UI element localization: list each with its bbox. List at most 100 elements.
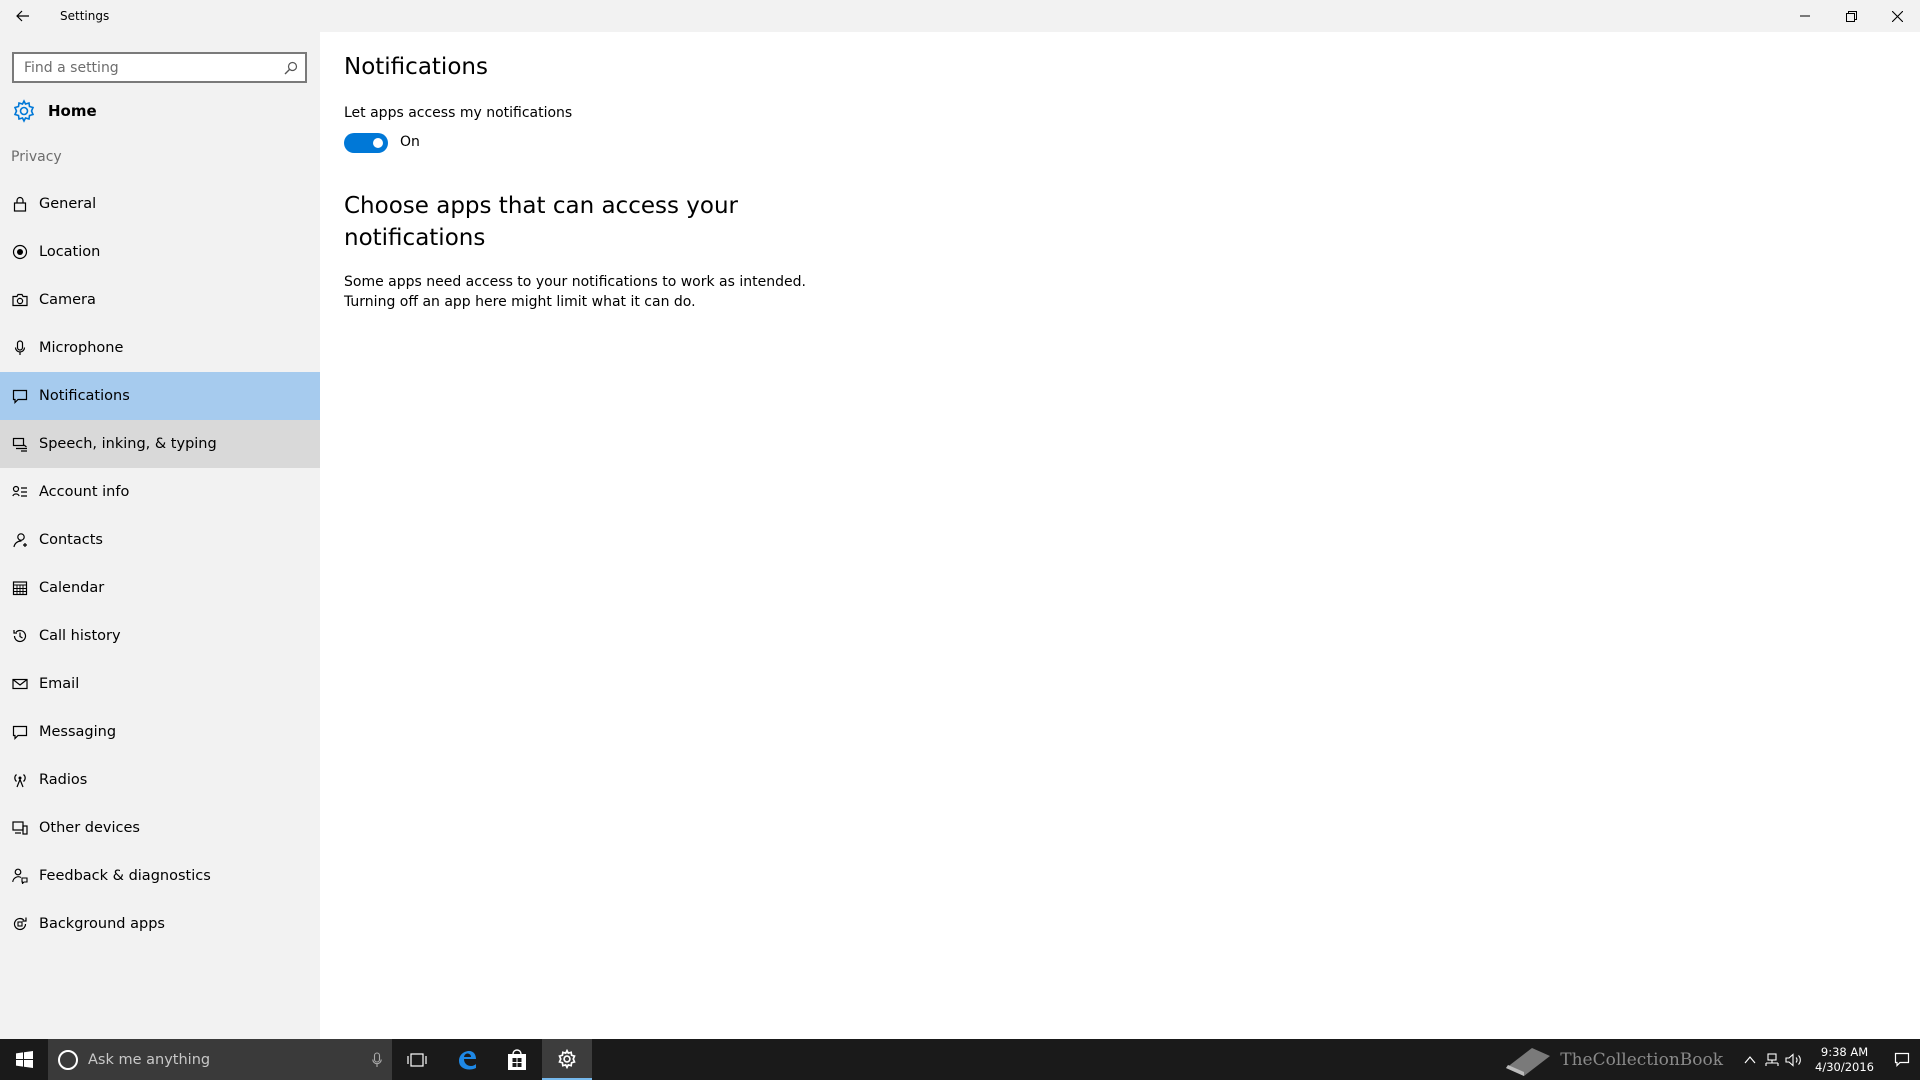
description-line-2: Turning off an app here might limit what… [344, 294, 696, 310]
camera-icon [12, 292, 28, 308]
search-icon[interactable] [277, 61, 305, 75]
clock-date: 4/30/2016 [1815, 1059, 1874, 1074]
sidebar-item-label: Contacts [39, 532, 103, 548]
section-description: Some apps need access to your notificati… [344, 272, 864, 312]
cortana-search-input[interactable]: Ask me anything [88, 1052, 362, 1068]
background-apps-icon [12, 916, 28, 932]
sidebar-item-radios[interactable]: Radios [0, 756, 320, 804]
sidebar-item-location[interactable]: Location [0, 228, 320, 276]
store-button[interactable] [492, 1039, 542, 1080]
sidebar-item-label: Email [39, 676, 80, 692]
email-icon [12, 676, 28, 692]
toggle-knob [373, 138, 383, 148]
page-title: Notifications [344, 54, 488, 80]
messaging-icon [12, 724, 28, 740]
close-icon [1891, 10, 1903, 22]
toggle-state-label: On [400, 134, 420, 150]
sidebar-item-camera[interactable]: Camera [0, 276, 320, 324]
minimize-icon [1800, 15, 1810, 17]
cortana-icon [58, 1049, 78, 1070]
location-icon [12, 244, 28, 260]
notifications-access-toggle[interactable] [344, 133, 388, 153]
task-view-button[interactable] [392, 1039, 442, 1080]
speech-icon [12, 436, 28, 452]
home-label: Home [48, 102, 97, 120]
sidebar-item-other-devices[interactable]: Other devices [0, 804, 320, 852]
watermark-text: TheCollectionBook [1560, 1049, 1724, 1070]
window-controls [1782, 0, 1920, 32]
notification-icon [12, 388, 28, 404]
sidebar-item-messaging[interactable]: Messaging [0, 708, 320, 756]
clock[interactable]: 9:38 AM 4/30/2016 [1815, 1045, 1874, 1075]
watermark-book-icon [1506, 1047, 1551, 1076]
network-icon[interactable] [1761, 1052, 1783, 1067]
sidebar-item-general[interactable]: General [0, 180, 320, 228]
lock-icon [12, 196, 28, 212]
sidebar-item-label: Notifications [39, 388, 130, 404]
title-bar: Settings [0, 0, 1920, 32]
sidebar-item-label: Calendar [39, 580, 105, 596]
notifications-access-label: Let apps access my notifications [344, 105, 573, 121]
gear-icon [558, 1048, 576, 1069]
volume-icon[interactable] [1783, 1052, 1805, 1067]
start-button[interactable] [0, 1039, 48, 1080]
task-view-icon [407, 1052, 427, 1067]
section-title: Choose apps that can access your notific… [344, 193, 738, 251]
restore-icon [1845, 10, 1857, 22]
minimize-button[interactable] [1782, 0, 1828, 32]
sidebar-item-label: Other devices [39, 820, 140, 836]
sidebar-item-label: Background apps [39, 916, 165, 932]
action-center-button[interactable] [1884, 1039, 1920, 1080]
edge-browser-button[interactable] [442, 1039, 492, 1080]
section-heading-privacy: Privacy [11, 149, 62, 165]
contacts-icon [12, 532, 28, 548]
home-link[interactable]: Home [12, 96, 97, 126]
restore-button[interactable] [1828, 0, 1874, 32]
sidebar-item-feedback-diagnostics[interactable]: Feedback & diagnostics [0, 852, 320, 900]
close-button[interactable] [1874, 0, 1920, 32]
radios-icon [12, 772, 28, 788]
history-icon [12, 628, 28, 644]
sidebar-item-account-info[interactable]: Account info [0, 468, 320, 516]
find-setting-search-box[interactable]: Find a setting [12, 52, 307, 83]
system-tray: TheCollectionBook 9:38 AM 4/30/2016 [1502, 1039, 1920, 1080]
taskbar: Ask me anything TheCollectionBook 9:38 A… [0, 1039, 1920, 1080]
devices-icon [12, 820, 28, 836]
back-arrow-icon [16, 10, 29, 22]
sidebar-item-label: General [39, 196, 97, 212]
sidebar-item-background-apps[interactable]: Background apps [0, 900, 320, 948]
privacy-nav-list: General Location Camera Microphone Notif… [0, 180, 320, 948]
sidebar-item-label: Radios [39, 772, 88, 788]
cortana-search-box[interactable]: Ask me anything [48, 1039, 392, 1080]
feedback-icon [12, 868, 28, 884]
sidebar-item-label: Location [39, 244, 101, 260]
sidebar-item-label: Feedback & diagnostics [39, 868, 211, 884]
sidebar-item-label: Account info [39, 484, 130, 500]
microphone-icon[interactable] [362, 1051, 392, 1068]
sidebar-item-label: Microphone [39, 340, 124, 356]
action-center-icon [1894, 1052, 1910, 1067]
store-icon [508, 1048, 526, 1070]
sidebar-item-label: Messaging [39, 724, 117, 740]
back-button[interactable] [0, 0, 46, 32]
windows-logo-icon [15, 1051, 33, 1068]
sidebar-item-calendar[interactable]: Calendar [0, 564, 320, 612]
sidebar-item-label: Camera [39, 292, 96, 308]
settings-taskbar-button[interactable] [542, 1039, 592, 1080]
microphone-icon [12, 340, 28, 356]
sidebar-item-contacts[interactable]: Contacts [0, 516, 320, 564]
calendar-icon [12, 580, 28, 596]
search-input[interactable]: Find a setting [24, 60, 277, 76]
chevron-up-icon[interactable] [1739, 1055, 1761, 1064]
sidebar-item-label: Call history [39, 628, 121, 644]
sidebar-item-notifications[interactable]: Notifications [0, 372, 320, 420]
gear-icon [13, 99, 35, 123]
edge-icon [459, 1050, 476, 1069]
sidebar-item-call-history[interactable]: Call history [0, 612, 320, 660]
sidebar-item-email[interactable]: Email [0, 660, 320, 708]
sidebar-item-speech-inking-typing[interactable]: Speech, inking, & typing [0, 420, 320, 468]
account-info-icon [12, 484, 28, 500]
description-line-1: Some apps need access to your notificati… [344, 274, 806, 290]
sidebar-item-microphone[interactable]: Microphone [0, 324, 320, 372]
sidebar: Find a setting Home Privacy General Loca… [0, 32, 320, 1039]
